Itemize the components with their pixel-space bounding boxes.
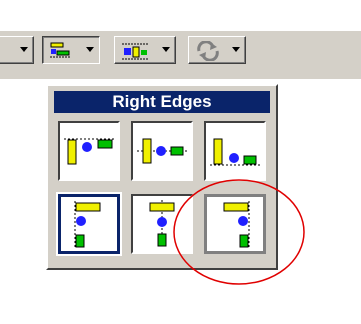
distribute-icon [122, 43, 149, 60]
align-right-edges-icon [223, 201, 250, 248]
option-horizontal-centers[interactable] [131, 194, 193, 254]
chevron-down-icon [20, 47, 28, 52]
option-left-edges[interactable] [56, 192, 122, 256]
align-left-edges-icon [74, 201, 101, 248]
palette-title: Right Edges [54, 91, 270, 113]
option-right-edges[interactable] [204, 194, 266, 254]
align-top-edges-icon [64, 138, 114, 165]
reorder-icon [197, 41, 219, 61]
distribute-objects-button[interactable] [114, 36, 176, 64]
option-vertical-centers[interactable] [131, 121, 193, 181]
chevron-down-icon [232, 47, 240, 52]
align-vertical-centers-icon [137, 138, 187, 164]
chevron-down-icon [86, 47, 94, 52]
align-icon [50, 42, 71, 58]
align-bottom-edges-icon [210, 138, 260, 166]
reorder-button[interactable] [188, 36, 246, 64]
partial-toolbar-button[interactable] [0, 36, 34, 64]
chevron-down-icon [162, 47, 170, 52]
align-horizontal-centers-icon [149, 200, 175, 248]
option-top-edges[interactable] [58, 121, 120, 181]
window-background [0, 0, 361, 32]
align-objects-button[interactable] [42, 36, 100, 64]
option-bottom-edges[interactable] [204, 121, 266, 181]
